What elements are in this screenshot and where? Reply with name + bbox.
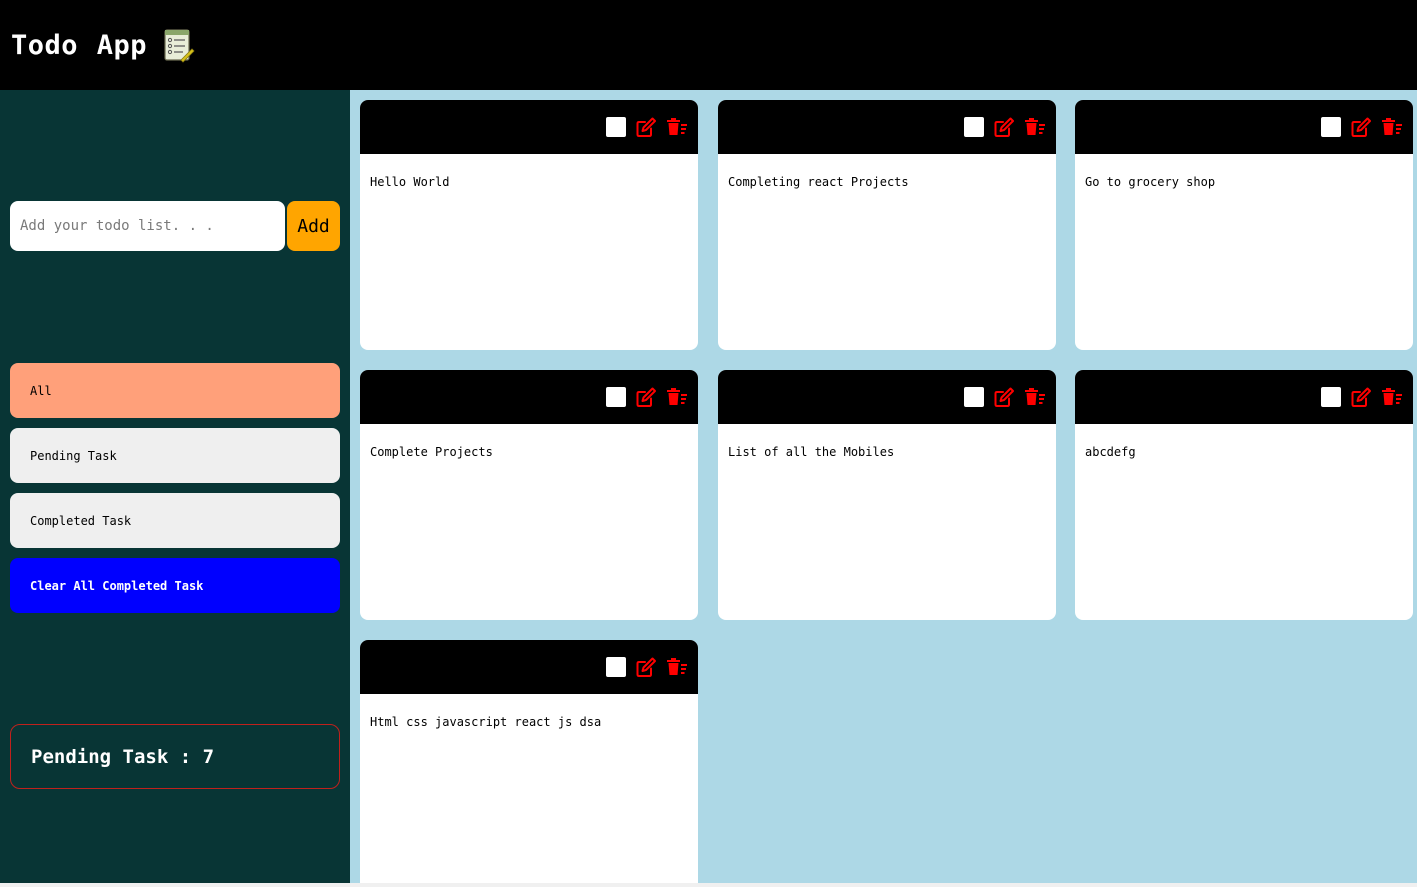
todo-card: Html css javascript react js dsa xyxy=(360,640,698,883)
edit-icon[interactable] xyxy=(635,116,657,138)
delete-icon[interactable] xyxy=(666,386,688,408)
todo-card-toolbar xyxy=(1075,100,1413,154)
todo-card: abcdefg xyxy=(1075,370,1413,620)
todo-card: Hello World xyxy=(360,100,698,350)
complete-checkbox[interactable] xyxy=(964,117,984,137)
add-button[interactable]: Add xyxy=(287,201,340,251)
edit-icon[interactable] xyxy=(635,656,657,678)
complete-checkbox[interactable] xyxy=(606,657,626,677)
todo-text: Go to grocery shop xyxy=(1085,175,1216,189)
todo-text: abcdefg xyxy=(1085,445,1136,459)
filter-all-button[interactable]: All xyxy=(10,363,340,418)
todo-text: Complete Projects xyxy=(370,445,493,459)
todo-card: Complete Projects xyxy=(360,370,698,620)
edit-icon[interactable] xyxy=(635,386,657,408)
todo-card-toolbar xyxy=(718,370,1056,424)
todo-card-toolbar xyxy=(360,370,698,424)
sidebar: Add All Pending Task Completed Task Clea… xyxy=(0,90,350,883)
delete-icon[interactable] xyxy=(1381,386,1403,408)
delete-icon[interactable] xyxy=(1024,116,1046,138)
edit-icon[interactable] xyxy=(1350,116,1372,138)
complete-checkbox[interactable] xyxy=(606,117,626,137)
clear-completed-button[interactable]: Clear All Completed Task xyxy=(10,558,340,613)
todo-card-toolbar xyxy=(1075,370,1413,424)
delete-icon[interactable] xyxy=(666,116,688,138)
app-title: Todo App xyxy=(11,29,148,61)
complete-checkbox[interactable] xyxy=(1321,117,1341,137)
delete-icon[interactable] xyxy=(1381,116,1403,138)
edit-icon[interactable] xyxy=(993,116,1015,138)
delete-icon[interactable] xyxy=(1024,386,1046,408)
todo-card: Completing react Projects xyxy=(718,100,1056,350)
filter-completed-button[interactable]: Completed Task xyxy=(10,493,340,548)
todo-card: Go to grocery shop xyxy=(1075,100,1413,350)
complete-checkbox[interactable] xyxy=(1321,387,1341,407)
complete-checkbox[interactable] xyxy=(606,387,626,407)
app-header: Todo App xyxy=(0,0,1417,90)
edit-icon[interactable] xyxy=(993,386,1015,408)
todo-card-toolbar xyxy=(360,100,698,154)
todo-grid: Hello World Completing react Projects Go… xyxy=(350,90,1417,883)
pending-counter-value: 7 xyxy=(202,745,215,768)
notepad-checklist-icon xyxy=(164,29,195,63)
todo-text: Completing react Projects xyxy=(728,175,909,189)
add-todo-form: Add xyxy=(10,201,340,251)
pending-counter: Pending Task : 7 xyxy=(10,724,340,789)
todo-text: List of all the Mobiles xyxy=(728,445,895,459)
todo-text: Html css javascript react js dsa xyxy=(370,715,602,729)
todo-card: List of all the Mobiles xyxy=(718,370,1056,620)
todo-card-toolbar xyxy=(718,100,1056,154)
pending-counter-label: Pending Task : xyxy=(31,745,203,768)
todo-text: Hello World xyxy=(370,175,450,189)
delete-icon[interactable] xyxy=(666,656,688,678)
filter-pending-button[interactable]: Pending Task xyxy=(10,428,340,483)
complete-checkbox[interactable] xyxy=(964,387,984,407)
todo-card-toolbar xyxy=(360,640,698,694)
todo-input[interactable] xyxy=(10,201,285,251)
edit-icon[interactable] xyxy=(1350,386,1372,408)
